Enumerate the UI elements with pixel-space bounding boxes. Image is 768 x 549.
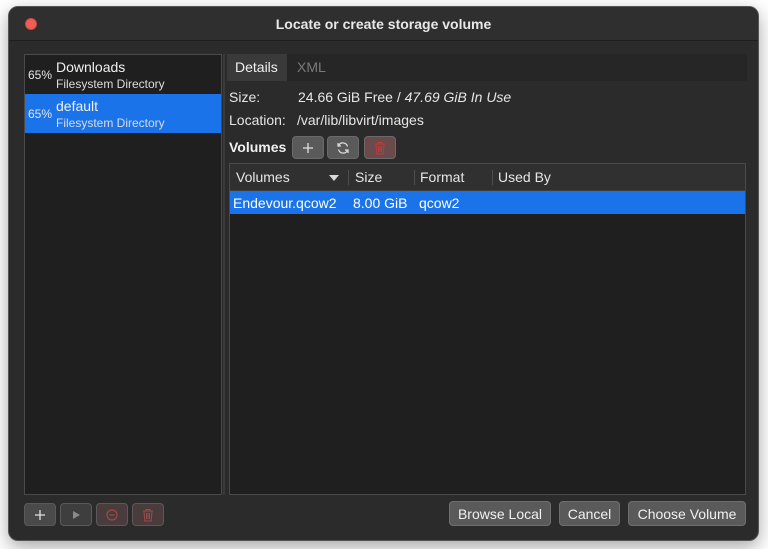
start-pool-button[interactable]: [60, 503, 92, 526]
column-header-format[interactable]: Format: [420, 169, 464, 185]
window-title: Locate or create storage volume: [275, 16, 492, 32]
table-header: Volumes Size Format Used By: [230, 164, 745, 191]
trash-icon: [375, 141, 385, 154]
tab-xml[interactable]: XML: [289, 54, 337, 81]
volumes-label: Volumes: [229, 139, 287, 155]
pool-item-default[interactable]: 65% default Filesystem Directory: [25, 94, 221, 133]
trash-icon: [143, 508, 153, 521]
volume-name: Endevour.qcow2: [233, 195, 337, 211]
column-separator: [414, 170, 415, 185]
tab-bar: Details XML: [227, 54, 747, 81]
storage-pool-list[interactable]: 65% Downloads Filesystem Directory 65% d…: [24, 54, 222, 495]
volume-size: 8.00 GiB: [353, 195, 408, 211]
column-separator: [348, 170, 349, 185]
plus-icon: [35, 509, 45, 520]
size-value: 24.66 GiB Free / 47.69 GiB In Use: [298, 89, 511, 105]
pool-usage-percent: 65%: [28, 68, 53, 82]
pool-type: Filesystem Directory: [56, 116, 165, 130]
column-separator: [492, 170, 493, 185]
add-volume-button[interactable]: [292, 136, 324, 159]
browse-local-button[interactable]: Browse Local: [449, 501, 551, 526]
pool-item-downloads[interactable]: 65% Downloads Filesystem Directory: [25, 55, 221, 94]
delete-volume-button[interactable]: [364, 136, 396, 159]
table-row[interactable]: Endevour.qcow2 8.00 GiB qcow2: [230, 191, 745, 214]
size-in-use: 47.69 GiB In Use: [404, 89, 512, 105]
stop-icon: [106, 508, 118, 521]
size-label: Size:: [229, 89, 261, 105]
pool-type: Filesystem Directory: [56, 77, 165, 91]
size-free: 24.66 GiB Free /: [298, 89, 401, 105]
refresh-icon: [337, 141, 349, 154]
volume-table[interactable]: Volumes Size Format Used By Endevour.qco…: [229, 163, 746, 495]
plus-icon: [303, 142, 313, 153]
delete-pool-button[interactable]: [132, 503, 164, 526]
title-bar: Locate or create storage volume: [9, 7, 758, 41]
volume-format: qcow2: [419, 195, 460, 211]
column-header-volumes[interactable]: Volumes: [236, 169, 290, 185]
location-value: /var/lib/libvirt/images: [297, 112, 424, 128]
pool-usage-percent: 65%: [28, 107, 53, 121]
pool-name: default: [56, 98, 99, 114]
tab-details[interactable]: Details: [227, 54, 287, 81]
column-header-size[interactable]: Size: [355, 169, 382, 185]
pane-splitter[interactable]: [223, 54, 225, 495]
location-label: Location:: [229, 112, 286, 128]
sort-descending-icon: [329, 175, 339, 181]
stop-pool-button[interactable]: [96, 503, 128, 526]
cancel-button[interactable]: Cancel: [559, 501, 620, 526]
add-pool-button[interactable]: [24, 503, 56, 526]
dialog-window: Locate or create storage volume 65% Down…: [8, 6, 759, 541]
pool-name: Downloads: [56, 59, 126, 75]
column-header-used-by[interactable]: Used By: [498, 169, 551, 185]
play-icon: [73, 510, 80, 519]
refresh-volumes-button[interactable]: [327, 136, 359, 159]
choose-volume-button[interactable]: Choose Volume: [628, 501, 746, 526]
